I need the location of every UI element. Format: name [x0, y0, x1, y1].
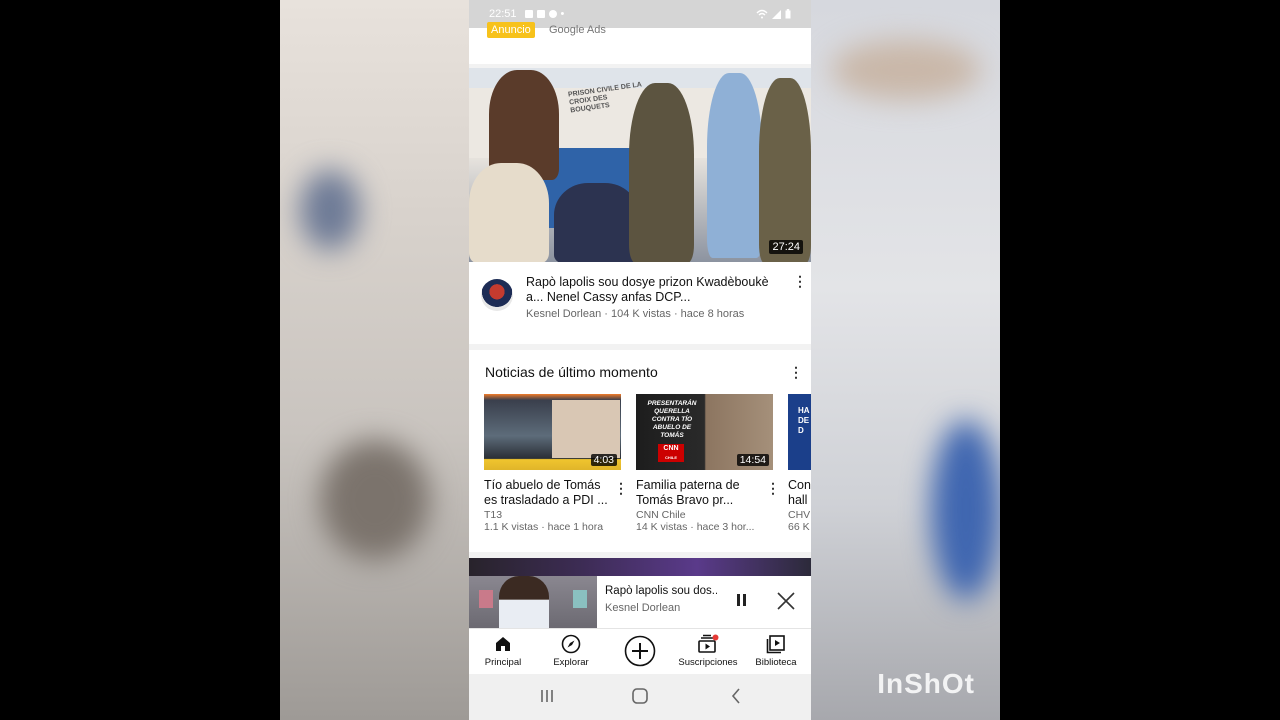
video-duration: 4:03	[590, 454, 617, 466]
system-navigation-bar	[469, 674, 811, 720]
messenger-icon	[548, 10, 557, 18]
recents-icon[interactable]	[535, 686, 559, 706]
news-channel: CHV	[788, 509, 811, 521]
thumb-person	[707, 73, 762, 258]
cnn-logo-sub: CHILE	[665, 455, 677, 460]
nav-label: Suscripciones	[678, 657, 738, 668]
home-button-icon[interactable]	[628, 686, 652, 706]
cnn-logo-text: CNN	[663, 445, 679, 452]
signal-icon	[772, 9, 781, 19]
thumb-person	[759, 78, 811, 262]
blur-blob	[931, 420, 1000, 600]
thumb-person	[552, 400, 620, 458]
blurred-background-right	[811, 0, 1000, 720]
news-thumbnail[interactable]: 4:03	[484, 394, 621, 470]
channel-avatar[interactable]	[481, 279, 513, 311]
blur-blob	[831, 40, 981, 100]
miniplayer[interactable]: Rapò lapolis sou dos... Kesnel Dorlean	[469, 576, 811, 628]
news-channel: CNN Chile	[636, 509, 686, 521]
thumb-person	[554, 183, 639, 262]
video-duration: 14:54	[736, 454, 769, 466]
facebook-icon	[536, 10, 545, 18]
status-time: 22:51	[489, 8, 517, 20]
wifi-icon	[756, 9, 768, 19]
ad-badge: Anuncio	[487, 22, 535, 38]
news-item[interactable]: 4:03 Tío abuelo de Tomás es trasladado a…	[484, 394, 628, 533]
news-item[interactable]: HA DE D Con hall CHV 66 K	[788, 394, 811, 533]
featured-video-card[interactable]: PRISON CIVILE DE LA CROIX DES BOUQUETS 2…	[469, 68, 811, 344]
news-thumbnail[interactable]: HA DE D	[788, 394, 811, 470]
status-right	[756, 9, 791, 19]
breaking-news-shelf: Noticias de último momento ⋮ 4:03 Tío ab…	[469, 350, 811, 552]
thumb-person	[499, 576, 549, 628]
blur-blob	[300, 170, 360, 250]
news-channel: T13	[484, 509, 503, 521]
kebab-icon[interactable]: ⋮	[789, 364, 803, 381]
home-icon	[496, 637, 510, 651]
ad-source: Google Ads	[549, 24, 606, 36]
nav-principal[interactable]: Principal	[469, 633, 537, 668]
video-thumbnail[interactable]: PRISON CIVILE DE LA CROIX DES BOUQUETS 2…	[469, 68, 811, 262]
battery-icon	[785, 9, 791, 19]
pause-icon[interactable]	[731, 590, 751, 612]
news-title[interactable]: Con hall	[788, 478, 811, 508]
nav-explorar[interactable]: Explorar	[537, 633, 605, 668]
video-meta: Rapò lapolis sou dosye prizon Kwadèboukè…	[469, 271, 811, 331]
ad-strip[interactable]: Anuncio Google Ads	[469, 22, 811, 64]
thumb-person	[629, 83, 694, 262]
back-icon[interactable]	[725, 686, 749, 706]
news-title[interactable]: Tío abuelo de Tomás es trasladado a PDI …	[484, 478, 610, 508]
next-video-thumbnail-partial[interactable]	[469, 558, 811, 576]
blur-blob	[320, 440, 430, 560]
news-thumbnail[interactable]: PRESENTARÁN QUERELLA CONTRA TÍO ABUELO D…	[636, 394, 773, 470]
create-plus-icon	[624, 635, 656, 667]
news-stats: 14 K vistas · hace 3 hor...	[636, 521, 755, 533]
video-title[interactable]: Rapò lapolis sou dosye prizon Kwadèboukè…	[526, 275, 776, 305]
nav-suscripciones[interactable]: Suscripciones	[674, 633, 742, 668]
miniplayer-channel: Kesnel Dorlean	[605, 602, 681, 614]
phone-screen: 22:51 • Anuncio Google Ads PRISON CIVILE…	[469, 0, 811, 720]
news-stats: 1.1 K vistas · hace 1 hora	[484, 521, 604, 533]
miniplayer-thumbnail[interactable]	[469, 576, 597, 628]
close-icon[interactable]	[775, 590, 797, 612]
thumb-text: PRESENTARÁN QUERELLA CONTRA TÍO ABUELO D…	[647, 400, 697, 439]
miniplayer-title[interactable]: Rapò lapolis sou dos...	[605, 585, 717, 597]
facebook-icon	[524, 10, 533, 18]
nav-create[interactable]	[606, 635, 674, 669]
news-item[interactable]: PRESENTARÁN QUERELLA CONTRA TÍO ABUELO D…	[636, 394, 780, 533]
nav-label: Biblioteca	[755, 657, 797, 668]
subscriptions-icon	[698, 634, 719, 653]
thumb-frame	[479, 590, 493, 608]
shelf-heading: Noticias de último momento	[485, 364, 658, 380]
kebab-icon[interactable]: ⋮	[614, 480, 628, 497]
thumb-person	[469, 163, 549, 262]
news-title[interactable]: Familia paterna de Tomás Bravo pr...	[636, 478, 762, 508]
news-stats: 66 K	[788, 521, 810, 533]
video-duration: 27:24	[769, 240, 803, 254]
nav-label: Explorar	[553, 657, 589, 668]
cnn-logo: CNN CHILE	[658, 444, 684, 462]
kebab-icon[interactable]: ⋮	[766, 480, 780, 497]
nav-label: Principal	[484, 657, 522, 668]
inshot-watermark: InShOt	[877, 668, 975, 699]
dot-icon: •	[560, 8, 565, 20]
thumb-text: HA DE D	[798, 406, 810, 435]
bottom-navigation: Principal Explorar Suscripciones Bibliot…	[469, 628, 811, 675]
blurred-background-left	[280, 0, 469, 720]
library-icon	[766, 635, 785, 654]
kebab-icon[interactable]: ⋮	[793, 273, 807, 290]
video-channel-stats: Kesnel Dorlean · 104 K vistas · hace 8 h…	[526, 308, 745, 320]
thumb-frame	[573, 590, 587, 608]
compass-icon	[561, 634, 581, 654]
nav-biblioteca[interactable]: Biblioteca	[742, 633, 810, 668]
